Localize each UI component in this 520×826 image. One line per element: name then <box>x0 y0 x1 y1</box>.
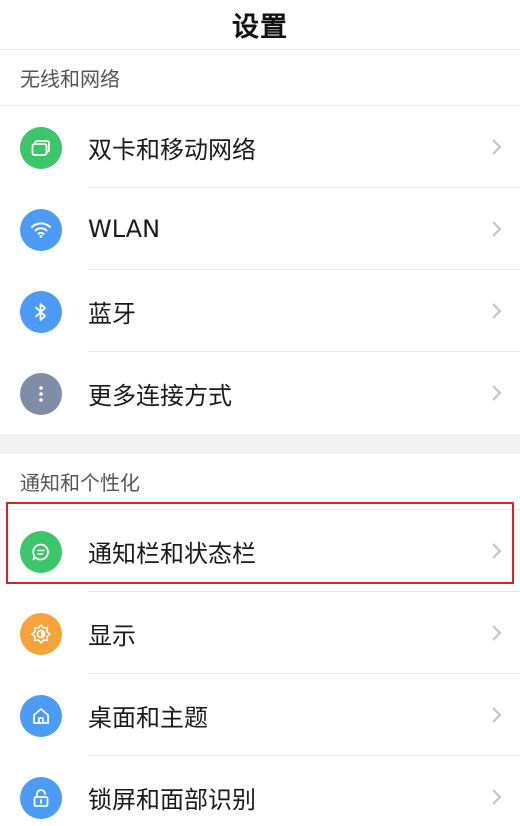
chevron-right-icon <box>492 625 502 641</box>
settings-item-lock-screen-face[interactable]: 锁屏和面部识别 <box>0 756 520 826</box>
lock-icon <box>20 777 62 819</box>
page-title: 设置 <box>232 12 288 43</box>
more-dots-icon <box>20 373 62 415</box>
notification-bubble-icon <box>20 531 62 573</box>
settings-item-label: 通知栏和状态栏 <box>88 539 256 568</box>
settings-item-wlan[interactable]: WLAN <box>0 188 520 270</box>
settings-item-label: 更多连接方式 <box>88 381 232 410</box>
chevron-right-icon <box>492 385 502 401</box>
bluetooth-icon <box>20 291 62 333</box>
chevron-right-icon <box>492 303 502 319</box>
settings-item-more-connections[interactable]: 更多连接方式 <box>0 352 520 434</box>
settings-item-label: WLAN <box>88 215 161 243</box>
home-icon <box>20 695 62 737</box>
settings-item-label: 双卡和移动网络 <box>88 135 256 164</box>
chevron-right-icon <box>492 139 502 155</box>
wifi-icon <box>20 209 62 251</box>
settings-item-bluetooth[interactable]: 蓝牙 <box>0 270 520 352</box>
sim-card-icon <box>20 127 62 169</box>
settings-item-label: 蓝牙 <box>88 299 136 328</box>
title-bar: 设置 <box>0 0 520 50</box>
section-gap <box>0 434 520 454</box>
settings-item-label: 桌面和主题 <box>88 703 208 732</box>
chevron-right-icon <box>492 543 502 559</box>
section-header-notifications: 通知和个性化 <box>0 454 520 510</box>
settings-item-notification-status-bar[interactable]: 通知栏和状态栏 <box>0 510 520 592</box>
settings-page: 设置 无线和网络 双卡和移动网络 WLAN 蓝牙 更多连接方式 通知和个性化 通… <box>0 0 520 826</box>
section-header-wireless: 无线和网络 <box>0 50 520 106</box>
chevron-right-icon <box>492 789 502 805</box>
brightness-icon <box>20 613 62 655</box>
settings-item-display[interactable]: 显示 <box>0 592 520 674</box>
settings-item-label: 锁屏和面部识别 <box>88 785 256 814</box>
chevron-right-icon <box>492 221 502 237</box>
settings-item-label: 显示 <box>88 621 136 650</box>
settings-item-dual-sim[interactable]: 双卡和移动网络 <box>0 106 520 188</box>
settings-item-home-screen-theme[interactable]: 桌面和主题 <box>0 674 520 756</box>
chevron-right-icon <box>492 707 502 723</box>
